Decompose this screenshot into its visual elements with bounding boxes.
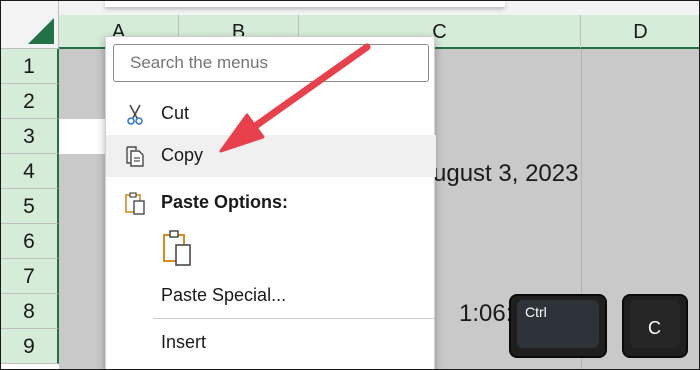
select-all-triangle-icon[interactable] — [28, 18, 54, 44]
cell-c8[interactable]: 1:06: — [459, 300, 512, 328]
menu-item-cut-label: Cut — [161, 103, 190, 123]
paste-options-heading: Paste Options: — [106, 182, 436, 224]
paste-clipboard-icon — [163, 230, 191, 266]
row-header-5[interactable]: 5 — [1, 189, 59, 224]
menu-separator — [153, 318, 435, 319]
row-header-3[interactable]: 3 — [1, 119, 59, 154]
row-header-8[interactable]: 8 — [1, 294, 59, 329]
clipboard-icon — [125, 192, 145, 215]
row-header-1[interactable]: 1 — [1, 49, 59, 84]
menu-item-copy-label: Copy — [161, 145, 204, 165]
menu-item-paste-special[interactable]: Paste Special... — [106, 275, 436, 317]
ctrl-key-label: Ctrl — [525, 304, 547, 320]
paste-button[interactable] — [160, 229, 196, 267]
menu-item-insert[interactable]: Insert — [106, 322, 436, 364]
column-header-d[interactable]: D — [581, 15, 699, 49]
copy-icon — [126, 146, 144, 167]
menu-item-paste-special-label: Paste Special... — [161, 285, 287, 305]
c-key: C — [622, 294, 688, 358]
cell-c4[interactable]: ugust 3, 2023 — [433, 160, 578, 188]
row-header-6[interactable]: 6 — [1, 224, 59, 259]
row-header-4[interactable]: 4 — [1, 154, 59, 189]
c-key-label: C — [648, 318, 661, 338]
ribbon-edge — [105, 1, 505, 7]
active-cell-a3[interactable] — [59, 119, 107, 154]
paste-options-label: Paste Options: — [161, 192, 289, 212]
menu-search-input[interactable] — [113, 44, 429, 82]
menu-item-copy[interactable]: Copy — [106, 135, 436, 177]
menu-item-insert-label: Insert — [161, 332, 207, 352]
ctrl-key: Ctrl — [509, 294, 607, 358]
scissors-icon — [127, 104, 143, 125]
row-header-2[interactable]: 2 — [1, 84, 59, 119]
context-menu: Cut Copy Paste Options: — [105, 36, 436, 369]
row-header-7[interactable]: 7 — [1, 259, 59, 294]
menu-item-cut[interactable]: Cut — [106, 93, 436, 135]
row-header-9[interactable]: 9 — [1, 329, 59, 364]
spreadsheet-window: A B C D 1 2 3 4 5 6 7 8 9 ugust 3, 2023 … — [0, 0, 700, 370]
select-all-corner[interactable] — [1, 1, 59, 49]
